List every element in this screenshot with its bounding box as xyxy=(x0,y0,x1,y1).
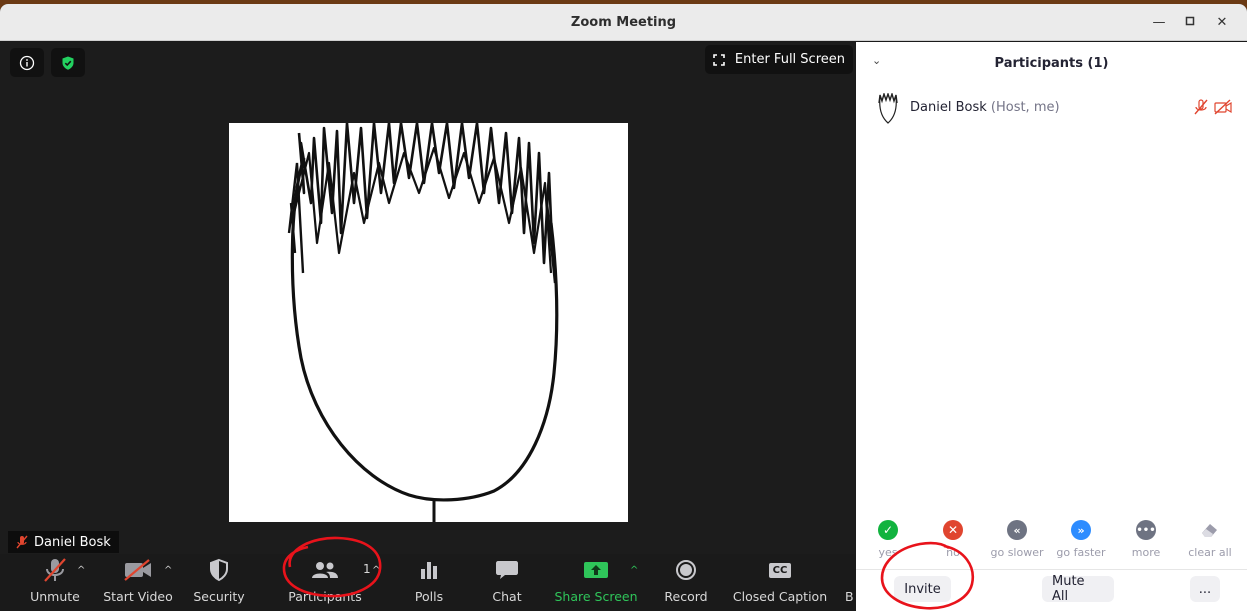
share-screen-icon xyxy=(584,562,608,578)
closed-caption-button[interactable]: CC Closed Caption xyxy=(733,554,827,611)
title-bar: Zoom Meeting — ✕ xyxy=(0,4,1247,41)
chat-bubble-icon xyxy=(496,561,518,579)
shield-icon xyxy=(210,558,228,582)
eraser-icon xyxy=(1200,520,1220,540)
participant-row[interactable]: Daniel Bosk (Host, me) xyxy=(856,92,1247,128)
maximize-button[interactable] xyxy=(1180,13,1200,33)
shield-check-icon xyxy=(62,56,74,70)
participants-panel-header: ⌄ Participants (1) xyxy=(856,42,1247,80)
cc-icon: CC xyxy=(768,562,792,578)
window-title: Zoom Meeting xyxy=(570,15,677,30)
participant-name: Daniel Bosk xyxy=(910,100,987,115)
zoom-window: Zoom Meeting — ✕ Enter Full Screen Danie… xyxy=(0,4,1247,611)
invite-button[interactable]: Invite xyxy=(894,576,951,602)
reaction-label: no xyxy=(946,546,960,559)
polls-label: Polls xyxy=(414,589,444,604)
reaction-yes[interactable]: ✓ yes xyxy=(856,520,920,559)
fullscreen-icon xyxy=(713,53,725,66)
reaction-label: more xyxy=(1131,546,1161,559)
reaction-label: go slower xyxy=(990,546,1044,559)
participants-panel: ⌄ Participants (1) Daniel Bosk (Host, me… xyxy=(856,42,1247,611)
participants-button[interactable]: 1 Participants xyxy=(287,554,371,611)
video-options-caret-icon[interactable]: ^ xyxy=(164,565,172,576)
closed-caption-label: Closed Caption xyxy=(732,589,828,604)
share-options-caret-icon[interactable]: ^ xyxy=(630,565,638,576)
meeting-toolbar: Unmute ^ Start Video ^ Security 1 Partic… xyxy=(0,554,855,611)
mic-muted-icon xyxy=(16,535,28,549)
reaction-clear-all[interactable]: clear all xyxy=(1178,520,1242,559)
participants-label: Participants xyxy=(288,589,362,604)
full-screen-label: Enter Full Screen xyxy=(734,52,845,67)
enter-full-screen-button[interactable]: Enter Full Screen xyxy=(704,45,853,74)
chat-button[interactable]: Chat xyxy=(486,554,528,611)
avatar xyxy=(878,93,898,124)
participant-name-line: Daniel Bosk (Host, me) xyxy=(910,100,1060,115)
start-video-label: Start Video xyxy=(103,589,173,604)
reaction-more[interactable]: ••• more xyxy=(1114,520,1178,559)
x-icon: ✕ xyxy=(943,520,963,540)
audio-options-caret-icon[interactable]: ^ xyxy=(77,565,85,576)
reaction-label: yes xyxy=(878,546,898,559)
participant-name-label: Daniel Bosk xyxy=(8,531,119,553)
more-toolbar-label: B xyxy=(845,589,854,604)
rewind-icon: « xyxy=(1007,520,1027,540)
participants-panel-footer: Invite Mute All ... xyxy=(856,569,1247,611)
reaction-label: clear all xyxy=(1188,546,1232,559)
meeting-info-button[interactable] xyxy=(10,48,44,77)
video-area: Enter Full Screen Daniel Bosk xyxy=(0,42,855,554)
participant-name: Daniel Bosk xyxy=(34,534,111,550)
share-screen-label: Share Screen xyxy=(554,589,638,604)
profile-drawing xyxy=(287,123,559,522)
share-screen-button[interactable]: Share Screen xyxy=(554,554,638,611)
unmute-button[interactable]: Unmute xyxy=(28,554,82,611)
record-button[interactable]: Record xyxy=(662,554,710,611)
close-button[interactable]: ✕ xyxy=(1212,13,1232,33)
video-off-icon[interactable] xyxy=(1214,99,1232,115)
participant-role: (Host, me) xyxy=(990,100,1060,115)
record-label: Record xyxy=(664,589,708,604)
people-icon xyxy=(312,562,338,578)
reaction-no[interactable]: ✕ no xyxy=(921,520,985,559)
security-label: Security xyxy=(193,589,245,604)
info-icon xyxy=(19,55,35,70)
mic-muted-icon xyxy=(44,558,66,582)
nonverbal-reactions: ✓ yes ✕ no « go slower » go faster ••• m… xyxy=(856,520,1247,566)
fast-forward-icon: » xyxy=(1071,520,1091,540)
reaction-label: go faster xyxy=(1056,546,1106,559)
participants-panel-title: Participants (1) xyxy=(994,56,1109,71)
mic-muted-icon[interactable] xyxy=(1194,99,1208,115)
reaction-go-faster[interactable]: » go faster xyxy=(1049,520,1113,559)
check-icon: ✓ xyxy=(878,520,898,540)
minimize-button[interactable]: — xyxy=(1149,13,1169,33)
video-off-icon xyxy=(124,559,151,581)
record-icon xyxy=(676,560,696,580)
reaction-go-slower[interactable]: « go slower xyxy=(985,520,1049,559)
participants-options-caret-icon[interactable]: ^ xyxy=(372,565,380,576)
bar-chart-icon xyxy=(421,562,437,579)
more-toolbar-button[interactable]: B xyxy=(845,554,855,611)
more-options-button[interactable]: ... xyxy=(1190,576,1220,602)
polls-button[interactable]: Polls xyxy=(408,554,450,611)
start-video-button[interactable]: Start Video xyxy=(102,554,174,611)
participants-count: 1 xyxy=(363,562,371,576)
mute-all-button[interactable]: Mute All xyxy=(1042,574,1114,604)
chat-label: Chat xyxy=(492,589,522,604)
encryption-button[interactable] xyxy=(51,48,85,77)
security-button[interactable]: Security xyxy=(192,554,246,611)
ellipsis-icon: ••• xyxy=(1136,520,1156,540)
unmute-label: Unmute xyxy=(30,589,80,604)
participant-video-tile xyxy=(229,123,628,522)
